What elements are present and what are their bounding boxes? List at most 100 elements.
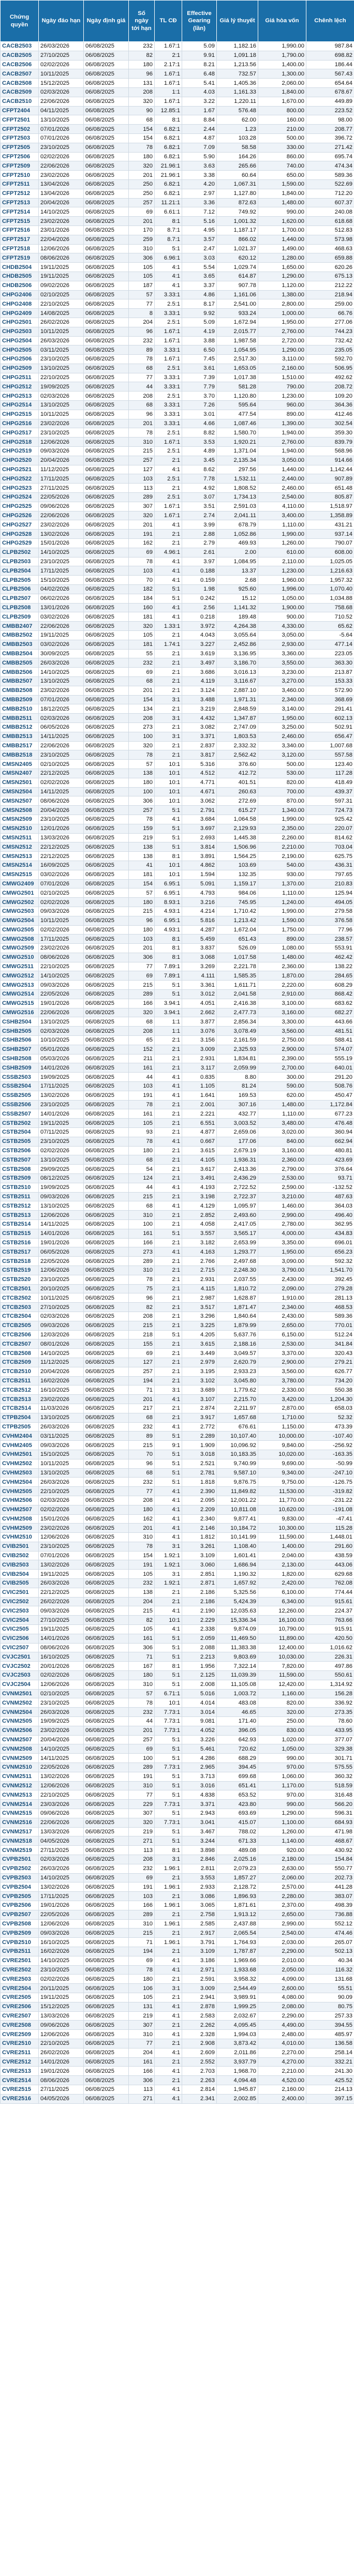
theoretical-price-cell: 7,322.14 bbox=[216, 1661, 258, 1671]
warrant-code-cell: CVRE2516 bbox=[0, 2093, 39, 2104]
breakeven-price-cell: 1,290.00 bbox=[258, 1809, 306, 1818]
valuation-date-cell: 06/08/2025 bbox=[83, 1827, 129, 1837]
table-row: CHPG2513 02/03/2026 06/08/2025 208 2.5:1 3.70… bbox=[0, 391, 354, 401]
theoretical-price-cell: 2,679.19 bbox=[216, 1146, 258, 1156]
conversion-ratio-cell: 1.96:1 bbox=[154, 1937, 182, 1947]
effective-gearing-cell: 5.316 bbox=[182, 759, 217, 769]
days-to-maturity-cell: 201 bbox=[128, 685, 155, 696]
valuation-date-cell: 06/08/2025 bbox=[83, 474, 129, 484]
breakeven-price-cell: 1,990.00 bbox=[258, 41, 306, 51]
valuation-date-cell: 06/08/2025 bbox=[83, 731, 129, 742]
warrant-code-cell: CSHB2505 bbox=[0, 1026, 39, 1036]
difference-cell: 66.76 bbox=[306, 308, 354, 318]
theoretical-price-cell: 2,211.97 bbox=[216, 1403, 258, 1413]
warrant-code-cell: CHPG2522 bbox=[0, 474, 39, 484]
warrant-code-cell: CACB2505 bbox=[0, 50, 39, 61]
valuation-date-cell: 06/08/2025 bbox=[83, 1164, 129, 1174]
effective-gearing-cell: 3.018 bbox=[182, 1449, 217, 1459]
table-row: CHPG2509 13/10/2025 06/08/2025 68 2.5:1 3.61 1… bbox=[0, 363, 354, 373]
difference-cell: 987.84 bbox=[306, 41, 354, 51]
table-row: CMSN2508 20/04/2026 06/08/2025 257 5:1 2.791 6… bbox=[0, 805, 354, 815]
table-row: CVNM2507 20/04/2026 06/08/2025 257 5:1 3.226 6… bbox=[0, 1735, 354, 1745]
maturity-date-cell: 02/10/2025 bbox=[38, 888, 84, 898]
maturity-date-cell: 20/04/2026 bbox=[38, 805, 84, 815]
warrant-code-cell: CHPG2523 bbox=[0, 483, 39, 493]
difference-cell: 257.33 bbox=[306, 2011, 354, 2021]
difference-cell: 471.98 bbox=[306, 1827, 354, 1837]
effective-gearing-cell: 2.917 bbox=[182, 1928, 217, 1938]
valuation-date-cell: 06/08/2025 bbox=[83, 280, 129, 291]
theoretical-price-cell: 620.12 bbox=[216, 253, 258, 263]
days-to-maturity-cell: 257 bbox=[128, 1366, 155, 1377]
valuation-date-cell: 06/08/2025 bbox=[83, 1053, 129, 1064]
days-to-maturity-cell: 306 bbox=[128, 2075, 155, 2085]
effective-gearing-cell: 3.014 bbox=[182, 1707, 217, 1718]
theoretical-price-cell: 653.52 bbox=[216, 1790, 258, 1800]
difference-cell: 724.73 bbox=[306, 805, 354, 815]
breakeven-price-cell: 3,250.00 bbox=[258, 722, 306, 732]
table-row: CSHB2505 02/03/2026 06/08/2025 208 1:1 3.076 3… bbox=[0, 1026, 354, 1036]
difference-cell: 302.54 bbox=[306, 418, 354, 429]
days-to-maturity-cell: 131 bbox=[128, 78, 155, 88]
days-to-maturity-cell: 289 bbox=[128, 1762, 155, 1772]
difference-cell: 914.66 bbox=[306, 455, 354, 465]
theoretical-price-cell: 1,764.93 bbox=[216, 1937, 258, 1947]
effective-gearing-cell: 3.109 bbox=[182, 1550, 217, 1561]
maturity-date-cell: 13/10/2025 bbox=[38, 115, 84, 125]
table-row: CSTB2520 23/10/2025 06/08/2025 78 2:1 2.931 2,… bbox=[0, 1274, 354, 1285]
valuation-date-cell: 06/08/2025 bbox=[83, 842, 129, 852]
theoretical-price-cell: 477.54 bbox=[216, 409, 258, 419]
conversion-ratio-cell: 4:1 bbox=[154, 1606, 182, 1616]
days-to-maturity-cell: 68 bbox=[128, 363, 155, 373]
effective-gearing-cell: 3.07 bbox=[182, 492, 217, 502]
theoretical-price-cell: 60.64 bbox=[216, 170, 258, 180]
maturity-date-cell: 26/03/2026 bbox=[38, 1477, 84, 1487]
breakeven-price-cell: 590.00 bbox=[258, 1081, 306, 1091]
maturity-date-cell: 19/11/2025 bbox=[38, 1569, 84, 1579]
header-difference: Chênh lệch bbox=[306, 0, 354, 42]
days-to-maturity-cell: 69 bbox=[128, 1744, 155, 1754]
warrant-code-cell: CVNM2510 bbox=[0, 1762, 39, 1772]
maturity-date-cell: 13/02/2026 bbox=[38, 1560, 84, 1570]
effective-gearing-cell: 3.467 bbox=[182, 1827, 217, 1837]
theoretical-price-cell: 2,620.79 bbox=[216, 1357, 258, 1367]
difference-cell: 937.14 bbox=[306, 529, 354, 539]
theoretical-price-cell: 3,958.32 bbox=[216, 1974, 258, 1984]
warrant-code-cell: CTCB2502 bbox=[0, 1293, 39, 1303]
days-to-maturity-cell: 180 bbox=[128, 777, 155, 788]
breakeven-price-cell: 3,050.00 bbox=[258, 455, 306, 465]
maturity-date-cell: 23/10/2025 bbox=[38, 1698, 84, 1708]
theoretical-price-cell: 2,065.54 bbox=[216, 1928, 258, 1938]
table-row: CVHM2502 10/11/2025 06/08/2025 96 5:1 2.521 9,… bbox=[0, 1458, 354, 1469]
maturity-date-cell: 07/01/2026 bbox=[38, 1550, 84, 1561]
effective-gearing-cell: 3.065 bbox=[182, 1900, 217, 1910]
effective-gearing-cell: 4.129 bbox=[182, 1201, 217, 1211]
maturity-date-cell: 19/11/2025 bbox=[38, 1118, 84, 1128]
conversion-ratio-cell: 2:1 bbox=[154, 1274, 182, 1285]
days-to-maturity-cell: 194 bbox=[128, 1946, 155, 1956]
days-to-maturity-cell: 273 bbox=[128, 1247, 155, 1257]
breakeven-price-cell: 1,960.00 bbox=[258, 575, 306, 585]
effective-gearing-cell: 3.082 bbox=[182, 722, 217, 732]
valuation-date-cell: 06/08/2025 bbox=[83, 234, 129, 245]
breakeven-price-cell: 2,040.00 bbox=[258, 1550, 306, 1561]
warrant-code-cell: CFPT2510 bbox=[0, 170, 39, 180]
table-row: CVPB2511 16/02/2026 06/08/2025 194 2:1 3.109 1… bbox=[0, 1946, 354, 1956]
days-to-maturity-cell: 154 bbox=[128, 879, 155, 889]
conversion-ratio-cell: 5:1 bbox=[154, 1431, 182, 1441]
maturity-date-cell: 22/12/2025 bbox=[38, 842, 84, 852]
theoretical-price-cell: 189.48 bbox=[216, 612, 258, 622]
table-row: CVRE2505 19/11/2025 06/08/2025 105 2:1 2.941 3… bbox=[0, 1992, 354, 2002]
maturity-date-cell: 13/10/2025 bbox=[38, 1155, 84, 1165]
difference-cell: 449.89 bbox=[306, 96, 354, 107]
valuation-date-cell: 06/08/2025 bbox=[83, 1725, 129, 1736]
days-to-maturity-cell: 78 bbox=[128, 1965, 155, 1975]
difference-cell: 640.01 bbox=[306, 1063, 354, 1073]
effective-gearing-cell: 3.227 bbox=[182, 639, 217, 650]
conversion-ratio-cell: 7.73:1 bbox=[154, 1725, 182, 1736]
theoretical-price-cell: 1,187.17 bbox=[216, 225, 258, 235]
conversion-ratio-cell: 8.93:1 bbox=[154, 897, 182, 907]
table-row: CVPB2504 13/02/2026 06/08/2025 191 1.96:1 2.9… bbox=[0, 1882, 354, 1892]
valuation-date-cell: 06/08/2025 bbox=[83, 1928, 129, 1938]
table-row: CMWG2508 17/11/2025 06/08/2025 103 8:1 5.459 6… bbox=[0, 934, 354, 944]
